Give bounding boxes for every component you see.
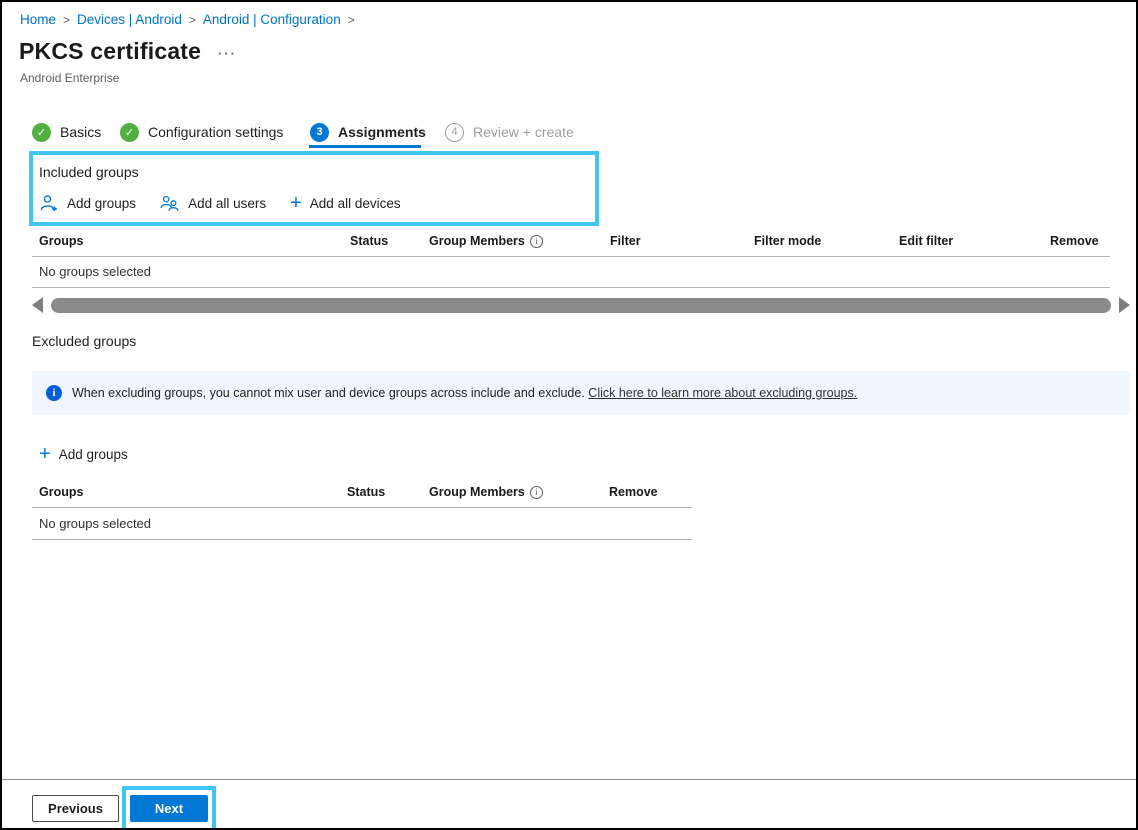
step-number-icon: 3 (310, 123, 329, 142)
tab-assignments[interactable]: 3 Assignments (310, 122, 426, 142)
action-label: Add all devices (310, 196, 401, 211)
tab-configuration-settings[interactable]: ✓ Configuration settings (120, 122, 283, 142)
included-groups-actions: Add groups Add all users + Add all devic… (39, 194, 401, 212)
divider (32, 539, 692, 540)
add-groups-button[interactable]: Add groups (39, 194, 136, 212)
divider (32, 256, 1110, 257)
breadcrumb-home[interactable]: Home (20, 12, 56, 27)
scroll-left-arrow-icon[interactable] (32, 297, 43, 313)
column-header-filter[interactable]: Filter (610, 234, 641, 248)
divider (32, 507, 692, 508)
included-table-empty-row: No groups selected (39, 264, 151, 279)
column-header-status[interactable]: Status (350, 234, 388, 248)
excluded-groups-heading: Excluded groups (32, 333, 136, 349)
included-groups-heading: Included groups (39, 164, 139, 180)
breadcrumb-separator: > (348, 13, 355, 27)
column-header-remove[interactable]: Remove (1050, 234, 1099, 248)
page-subtitle: Android Enterprise (20, 71, 119, 85)
next-button[interactable]: Next (130, 795, 208, 822)
pkcs-certificate-wizard-page: Home > Devices | Android > Android | Con… (0, 0, 1138, 830)
people-icon (160, 194, 180, 212)
page-title: PKCS certificate (19, 38, 201, 65)
column-header-filter-mode[interactable]: Filter mode (754, 234, 821, 248)
divider (32, 287, 1110, 288)
scroll-right-arrow-icon[interactable] (1119, 297, 1130, 313)
info-icon[interactable]: i (530, 235, 543, 248)
plus-icon: + (290, 195, 302, 211)
tab-label: Configuration settings (148, 124, 283, 140)
check-icon: ✓ (32, 123, 51, 142)
tab-label: Review + create (473, 124, 574, 140)
info-icon[interactable]: i (530, 486, 543, 499)
exclude-info-banner: i When excluding groups, you cannot mix … (32, 371, 1130, 415)
add-all-users-button[interactable]: Add all users (160, 194, 266, 212)
tab-label: Assignments (338, 124, 426, 140)
included-table-header: Groups Status Group Members i Filter Fil… (32, 234, 1110, 252)
footer-divider (2, 779, 1136, 780)
excluded-add-groups-button[interactable]: + Add groups (39, 446, 128, 462)
breadcrumb-separator: > (189, 13, 196, 27)
plus-icon: + (39, 446, 51, 462)
banner-text: When excluding groups, you cannot mix us… (72, 386, 857, 400)
tab-basics[interactable]: ✓ Basics (32, 122, 101, 142)
column-header-remove[interactable]: Remove (609, 485, 658, 499)
learn-more-link[interactable]: Click here to learn more about excluding… (588, 386, 857, 400)
excluded-table-header: Groups Status Group Members i Remove (32, 485, 692, 503)
highlight-box-included-groups (29, 151, 599, 226)
active-tab-underline (309, 145, 421, 148)
breadcrumb-android-configuration[interactable]: Android | Configuration (203, 12, 341, 27)
column-header-group-members[interactable]: Group Members i (429, 485, 543, 499)
tab-review-create: 4 Review + create (445, 122, 574, 142)
add-all-devices-button[interactable]: + Add all devices (290, 195, 401, 211)
column-header-groups[interactable]: Groups (39, 485, 83, 499)
more-options-button[interactable]: ··· (218, 46, 237, 61)
column-header-edit-filter[interactable]: Edit filter (899, 234, 953, 248)
tab-label: Basics (60, 124, 101, 140)
previous-button[interactable]: Previous (32, 795, 119, 822)
step-number-icon: 4 (445, 123, 464, 142)
column-header-groups[interactable]: Groups (39, 234, 83, 248)
action-label: Add groups (67, 196, 136, 211)
excluded-table-empty-row: No groups selected (39, 516, 151, 531)
column-header-group-members[interactable]: Group Members i (429, 234, 543, 248)
action-label: Add all users (188, 196, 266, 211)
scrollbar-thumb[interactable] (51, 298, 1111, 313)
horizontal-scrollbar[interactable] (32, 295, 1130, 315)
breadcrumb-devices-android[interactable]: Devices | Android (77, 12, 182, 27)
action-label: Add groups (59, 447, 128, 462)
breadcrumb: Home > Devices | Android > Android | Con… (20, 12, 355, 27)
info-icon: i (46, 385, 62, 401)
person-add-icon (39, 194, 59, 212)
check-icon: ✓ (120, 123, 139, 142)
breadcrumb-separator: > (63, 13, 70, 27)
column-header-status[interactable]: Status (347, 485, 385, 499)
